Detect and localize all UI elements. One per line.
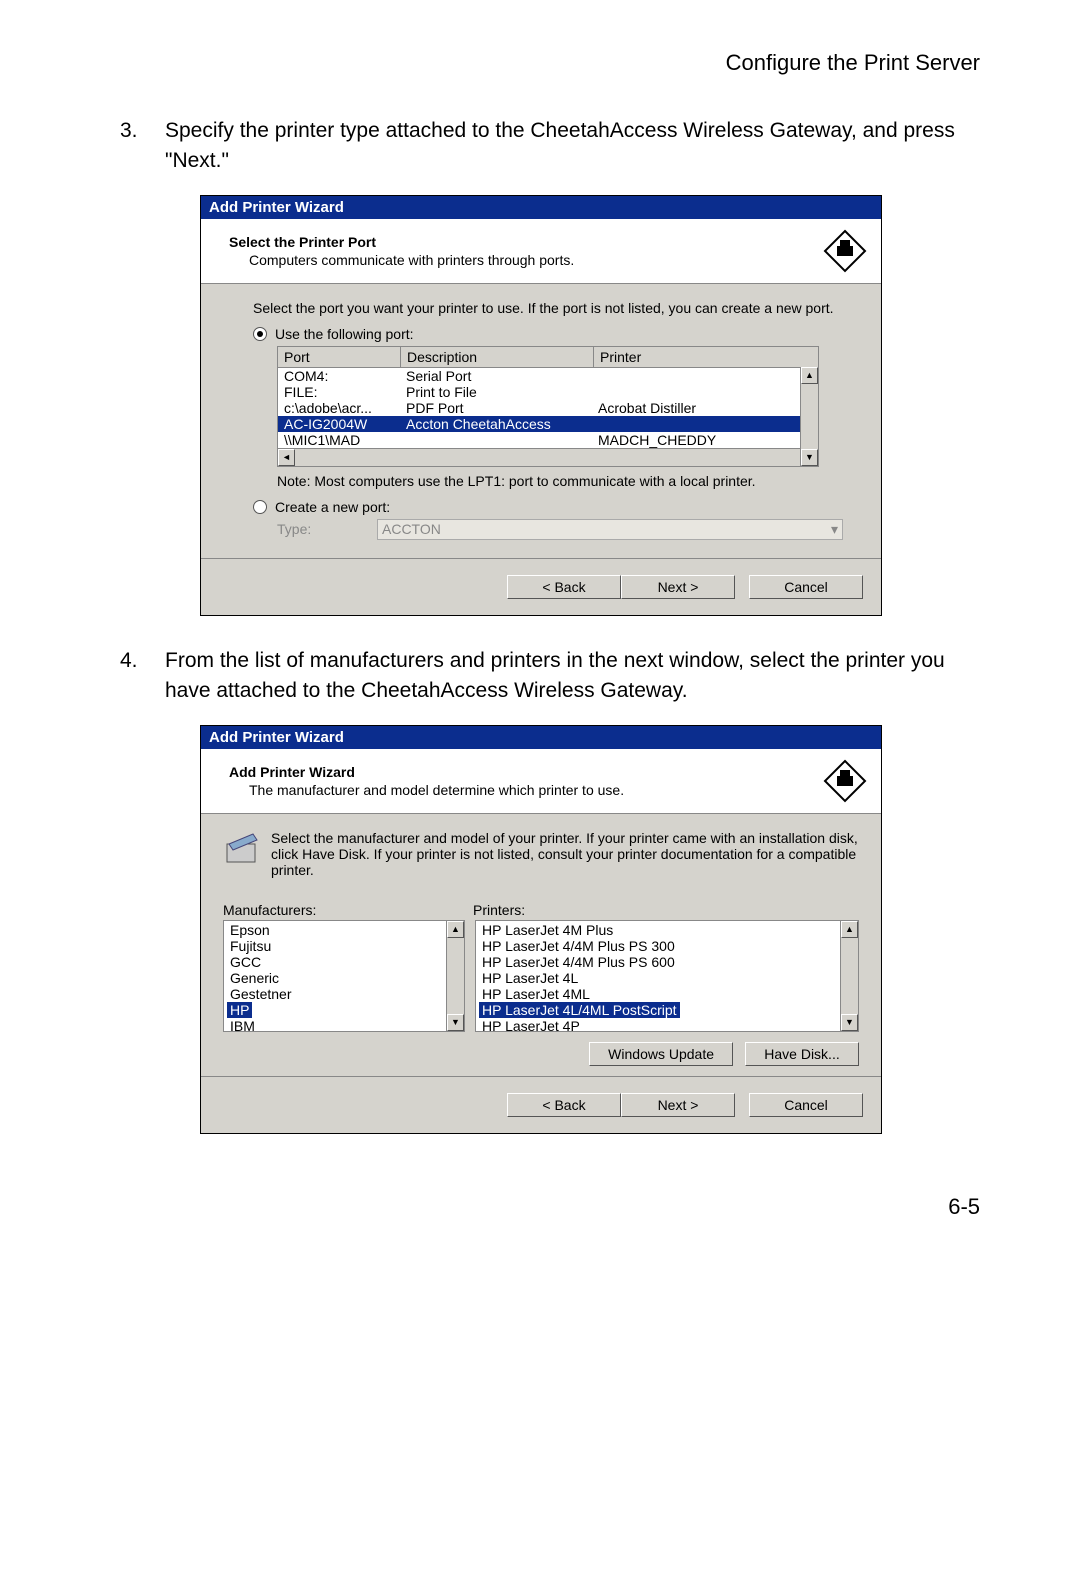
disk-icon [223, 830, 259, 866]
table-row[interactable]: AC-IG2004WAccton CheetahAccess [278, 416, 818, 432]
list-item[interactable]: HP [224, 1002, 464, 1018]
add-printer-wizard-model: Add Printer Wizard Add Printer Wizard Th… [200, 725, 882, 1134]
list-item[interactable]: HP LaserJet 4/4M Plus PS 600 [476, 954, 858, 970]
cancel-button[interactable]: Cancel [749, 1093, 863, 1117]
vertical-scrollbar[interactable]: ▲ ▼ [446, 921, 464, 1031]
table-row[interactable]: \\MIC1\MADMADCH_CHEDDY [278, 432, 818, 448]
step-4-text: From the list of manufacturers and print… [165, 646, 980, 707]
step-3-number: 3. [120, 116, 165, 177]
next-button[interactable]: Next > [621, 1093, 735, 1117]
vertical-scrollbar[interactable]: ▲ ▼ [800, 367, 818, 466]
port-table-header: Port Description Printer [278, 347, 818, 368]
list-item[interactable]: Gestetner [224, 986, 464, 1002]
type-label: Type: [277, 521, 377, 537]
back-button[interactable]: < Back [507, 575, 621, 599]
table-row[interactable]: COM4:Serial Port [278, 368, 818, 384]
wizard-heading: Select the Printer Port [229, 234, 813, 250]
wizard-intro-text: Select the port you want your printer to… [253, 300, 843, 316]
scroll-down-icon[interactable]: ▼ [447, 1014, 464, 1031]
wizard-titlebar: Add Printer Wizard [201, 726, 881, 749]
scroll-down-icon[interactable]: ▼ [801, 449, 818, 466]
port-note: Note: Most computers use the LPT1: port … [277, 473, 843, 489]
scroll-up-icon[interactable]: ▲ [841, 921, 858, 938]
printers-listbox[interactable]: HP LaserJet 4M PlusHP LaserJet 4/4M Plus… [475, 920, 859, 1032]
radio-use-following-port[interactable]: Use the following port: [253, 326, 843, 342]
printer-icon [823, 229, 867, 273]
next-button[interactable]: Next > [621, 575, 735, 599]
cancel-button[interactable]: Cancel [749, 575, 863, 599]
horizontal-scrollbar[interactable]: ◄ ► [278, 448, 818, 466]
list-item[interactable]: Fujitsu [224, 938, 464, 954]
radio-create-label: Create a new port: [275, 499, 390, 515]
scroll-up-icon[interactable]: ▲ [447, 921, 464, 938]
col-printer[interactable]: Printer [594, 347, 818, 367]
list-item[interactable]: IBM [224, 1018, 464, 1032]
add-printer-wizard-port: Add Printer Wizard Select the Printer Po… [200, 195, 882, 616]
chevron-down-icon: ▾ [831, 521, 838, 538]
vertical-scrollbar[interactable]: ▲ ▼ [840, 921, 858, 1031]
type-select: ACCTON ▾ [377, 519, 843, 540]
step-3-text: Specify the printer type attached to the… [165, 116, 980, 177]
wizard-intro-text: Select the manufacturer and model of you… [271, 830, 859, 878]
printer-icon [823, 759, 867, 803]
list-item[interactable]: HP LaserJet 4/4M Plus PS 300 [476, 938, 858, 954]
table-row[interactable]: c:\adobe\acr...PDF PortAcrobat Distiller [278, 400, 818, 416]
list-item[interactable]: Generic [224, 970, 464, 986]
list-item[interactable]: HP LaserJet 4L/4ML PostScript [476, 1002, 858, 1018]
printers-label: Printers: [473, 902, 525, 918]
col-description[interactable]: Description [401, 347, 594, 367]
windows-update-button[interactable]: Windows Update [589, 1042, 733, 1066]
port-table[interactable]: Port Description Printer COM4:Serial Por… [277, 346, 819, 467]
have-disk-button[interactable]: Have Disk... [745, 1042, 859, 1066]
scroll-left-icon[interactable]: ◄ [278, 449, 295, 466]
step-4-number: 4. [120, 646, 165, 707]
wizard-subheading: Computers communicate with printers thro… [229, 252, 813, 268]
page-number: 6-5 [120, 1194, 980, 1220]
manufacturers-listbox[interactable]: EpsonFujitsuGCCGenericGestetnerHPIBM ▲ ▼ [223, 920, 465, 1032]
type-value: ACCTON [382, 521, 441, 538]
radio-create-new-port[interactable]: Create a new port: [253, 499, 843, 515]
list-item[interactable]: HP LaserJet 4P [476, 1018, 858, 1032]
scroll-up-icon[interactable]: ▲ [801, 367, 818, 384]
radio-use-label: Use the following port: [275, 326, 414, 342]
list-item[interactable]: HP LaserJet 4ML [476, 986, 858, 1002]
wizard-heading: Add Printer Wizard [229, 764, 813, 780]
table-row[interactable]: FILE:Print to File [278, 384, 818, 400]
list-item[interactable]: GCC [224, 954, 464, 970]
wizard-titlebar: Add Printer Wizard [201, 196, 881, 219]
back-button[interactable]: < Back [507, 1093, 621, 1117]
page-title: Configure the Print Server [120, 50, 980, 76]
wizard-subheading: The manufacturer and model determine whi… [229, 782, 813, 798]
manufacturers-label: Manufacturers: [223, 902, 473, 918]
radio-selected-icon [253, 327, 267, 341]
col-port[interactable]: Port [278, 347, 401, 367]
radio-unselected-icon [253, 500, 267, 514]
list-item[interactable]: Epson [224, 922, 464, 938]
list-item[interactable]: HP LaserJet 4L [476, 970, 858, 986]
list-item[interactable]: HP LaserJet 4M Plus [476, 922, 858, 938]
scroll-down-icon[interactable]: ▼ [841, 1014, 858, 1031]
